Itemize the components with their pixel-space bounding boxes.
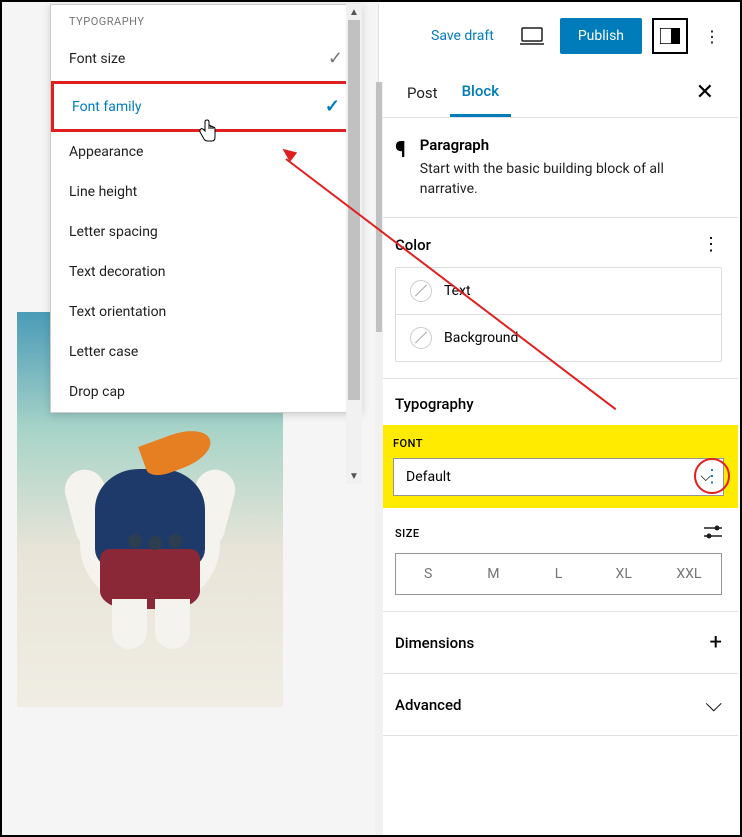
dropdown-scrollbar[interactable]: ▲ ▼	[346, 4, 362, 484]
dropdown-item-letter-spacing[interactable]: Letter spacing	[51, 212, 361, 252]
tab-block[interactable]: Block	[450, 68, 511, 117]
block-info-panel: ¶ Paragraph Start with the basic buildin…	[379, 118, 738, 218]
size-btn-xxl[interactable]: XXL	[656, 554, 721, 594]
dropdown-item-label: Font family	[72, 99, 142, 115]
dropdown-item-label: Drop cap	[69, 384, 125, 400]
publish-button[interactable]: Publish	[560, 18, 642, 54]
color-text-row[interactable]: Text	[396, 268, 721, 314]
dropdown-item-font-family[interactable]: Font family ✓	[51, 81, 361, 132]
dropdown-item-font-size[interactable]: Font size ✓	[51, 36, 361, 81]
font-highlight-area: FONT Default ⌵	[379, 425, 738, 508]
typography-options-dropdown: TYPOGRAPHY Font size ✓ Font family ✓ App…	[50, 4, 362, 413]
dropdown-item-label: Text decoration	[69, 264, 166, 280]
dropdown-item-letter-case[interactable]: Letter case	[51, 332, 361, 372]
dropdown-item-text-decoration[interactable]: Text decoration	[51, 252, 361, 292]
chevron-down-icon: ⌵	[705, 692, 722, 717]
color-background-row[interactable]: Background	[396, 314, 721, 361]
dropdown-item-label: Text orientation	[69, 304, 166, 320]
save-draft-link[interactable]: Save draft	[421, 20, 504, 52]
size-btn-m[interactable]: M	[460, 554, 525, 594]
section-title: Color	[395, 236, 431, 254]
block-description: Start with the basic building block of a…	[420, 160, 722, 199]
block-title: Paragraph	[420, 136, 722, 154]
section-title: Dimensions	[395, 634, 474, 652]
dimensions-section[interactable]: Dimensions +	[379, 612, 738, 674]
sidebar-toggle-icon[interactable]	[652, 18, 688, 54]
scrollbar-thumb[interactable]	[348, 20, 360, 400]
dropdown-item-text-orientation[interactable]: Text orientation	[51, 292, 361, 332]
size-btn-l[interactable]: L	[525, 554, 590, 594]
sidebar-scrollbar[interactable]	[375, 82, 383, 835]
color-swatch-empty-icon	[410, 280, 432, 302]
section-title: Advanced	[395, 696, 461, 714]
close-sidebar-button[interactable]: ✕	[688, 76, 722, 109]
size-preset-group: S M L XL XXL	[395, 553, 722, 595]
preview-device-icon[interactable]	[514, 18, 550, 54]
typography-section: Typography FONT Default ⌵ SIZE S M L XL	[379, 379, 738, 612]
annotation-circle: ⋮	[694, 458, 730, 494]
plus-icon: +	[710, 630, 722, 655]
paragraph-icon: ¶	[395, 136, 406, 199]
dropdown-item-label: Appearance	[69, 144, 143, 160]
more-options-icon[interactable]: ⋮	[698, 18, 726, 54]
top-toolbar: Save draft Publish ⋮	[379, 4, 738, 68]
scroll-up-icon[interactable]: ▲	[346, 4, 362, 20]
dropdown-header: TYPOGRAPHY	[51, 5, 361, 36]
dropdown-item-drop-cap[interactable]: Drop cap	[51, 372, 361, 412]
font-label: FONT	[393, 437, 724, 450]
scroll-down-icon[interactable]: ▼	[346, 468, 362, 484]
section-title: Typography	[395, 395, 474, 413]
color-label: Background	[444, 330, 518, 346]
color-section: Color ⋮ Text Background	[379, 218, 738, 379]
font-family-select[interactable]: Default ⌵	[393, 458, 724, 496]
size-custom-icon[interactable]	[704, 524, 722, 543]
size-btn-xl[interactable]: XL	[591, 554, 656, 594]
typography-options-icon[interactable]: ⋮	[703, 466, 721, 487]
dropdown-item-label: Letter spacing	[69, 224, 158, 240]
dropdown-item-label: Font size	[69, 51, 125, 67]
scrollbar-thumb[interactable]	[376, 82, 382, 332]
size-label: SIZE	[395, 527, 420, 540]
font-value: Default	[406, 469, 451, 485]
dropdown-item-appearance[interactable]: Appearance	[51, 132, 361, 172]
color-swatch-empty-icon	[410, 327, 432, 349]
size-btn-s[interactable]: S	[396, 554, 460, 594]
dropdown-item-line-height[interactable]: Line height	[51, 172, 361, 212]
color-options-icon[interactable]: ⋮	[698, 234, 722, 255]
dropdown-item-label: Line height	[69, 184, 137, 200]
color-label: Text	[444, 283, 471, 299]
check-icon: ✓	[325, 96, 340, 117]
advanced-section[interactable]: Advanced ⌵	[379, 674, 738, 736]
check-icon: ✓	[328, 48, 343, 69]
sidebar-tabs: Post Block ✕	[379, 68, 738, 118]
dropdown-item-label: Letter case	[69, 344, 138, 360]
tab-post[interactable]: Post	[395, 70, 450, 116]
settings-sidebar: Save draft Publish ⋮ Post Block ✕ ¶ Para…	[378, 4, 738, 835]
